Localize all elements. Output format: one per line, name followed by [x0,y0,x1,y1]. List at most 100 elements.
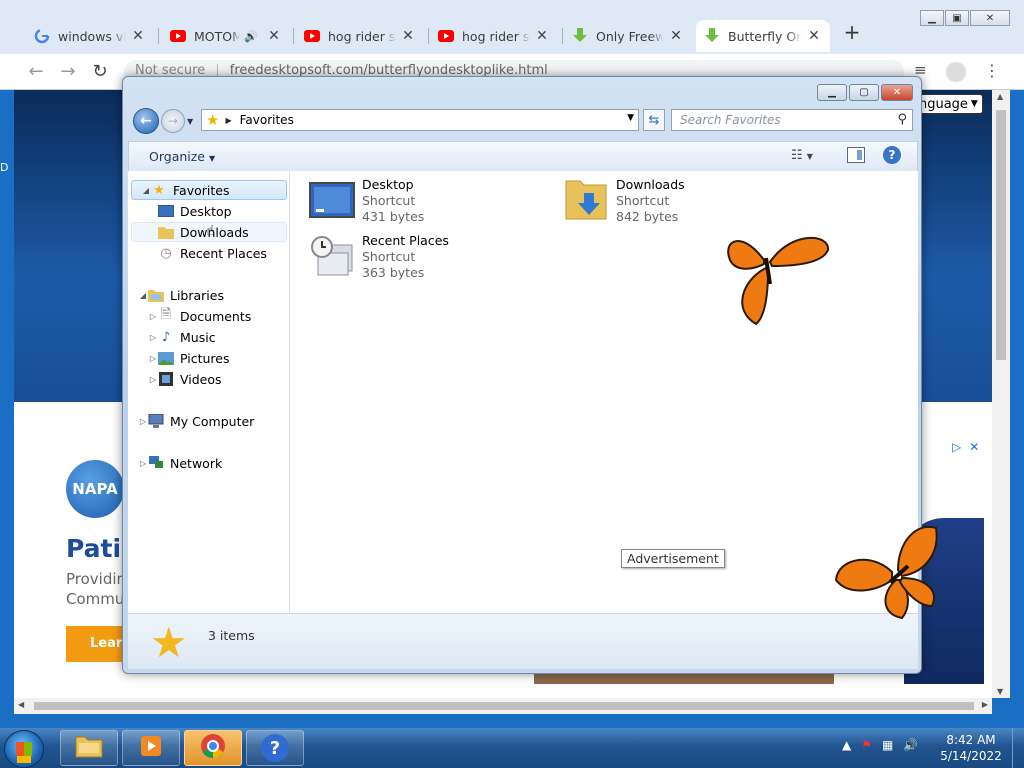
tab-hog-rider-1[interactable]: hog rider says ✕ [296,20,424,52]
views-button[interactable]: ☷ ▼ [791,148,813,163]
nav-item-videos[interactable]: ▷ Videos [148,369,222,389]
refresh-icon[interactable]: ⇆ [643,109,665,131]
chevron-down-icon[interactable]: ▼ [627,113,634,123]
help-icon[interactable]: ? [883,146,901,164]
page-horizontal-scrollbar[interactable]: ◀ ▶ [14,698,992,714]
new-tab-button[interactable]: + [843,22,861,42]
minimize-button[interactable]: ▁ [817,84,847,101]
tab-butterfly-on[interactable]: Butterfly On ✕ [696,20,830,52]
nav-item-recent-places[interactable]: ◷ Recent Places [158,243,267,263]
menu-kebab-icon[interactable]: ⋮ [984,61,1000,80]
expand-icon[interactable]: ▷ [148,333,158,342]
napa-logo: NAPA [66,460,124,518]
explorer-address-bar[interactable]: ★ ▶ Favorites ▼ [201,109,639,131]
media-player-icon [139,734,163,763]
show-desktop-button[interactable] [1012,728,1024,768]
favorites-explorer-window: ▁ ▢ ✕ ← → ▼ ★ ▶ Favorites ▼ ⇆ Search Fav… [122,76,922,674]
search-placeholder: Search Favorites [680,113,781,127]
show-hidden-icons-icon[interactable]: ▲ [842,738,851,752]
minimize-button[interactable]: ▁ [920,10,944,26]
nav-label: Pictures [180,350,230,366]
expand-icon[interactable]: ▷ [148,354,158,363]
tab-title: hog rider says [462,28,530,44]
search-icon[interactable]: ⚲ [897,112,907,127]
tab-title: windows vista [58,28,126,44]
speaker-icon[interactable]: 🔊 [244,30,258,43]
chevron-down-icon: ▼ [970,99,978,109]
tab-motomo[interactable]: MOTOMO 🔊 ✕ [162,20,290,52]
documents-icon: 🗎 [160,307,172,322]
forward-arrow-icon[interactable]: → [56,60,80,84]
butterfly-icon[interactable] [722,220,832,330]
maximize-button[interactable]: ▣ [945,10,969,26]
system-clock[interactable]: 8:42 AM 5/14/2022 [936,732,1006,764]
expand-icon[interactable]: ▷ [148,375,158,384]
chevron-down-icon: ▼ [806,152,813,161]
desktop-icon [158,203,174,219]
tab-title: Butterfly On [728,28,802,44]
nav-item-my-computer[interactable]: ▷ My Computer [138,411,254,431]
tab-hog-rider-2[interactable]: hog rider says ✕ [430,20,558,52]
start-button[interactable] [4,730,44,768]
maximize-button[interactable]: ▢ [849,84,879,101]
expand-icon[interactable]: ◢ [138,291,148,300]
butterfly-icon[interactable] [832,522,942,622]
breadcrumb-favorites[interactable]: Favorites [240,113,294,127]
search-input[interactable]: Search Favorites ⚲ [671,109,913,131]
youtube-icon [304,28,320,44]
tab-windows-vista[interactable]: windows vista ✕ [26,20,154,52]
close-tab-icon[interactable]: ✕ [400,28,416,44]
page-vertical-scrollbar[interactable]: ▲ ▼ [992,90,1010,698]
close-tab-icon[interactable]: ✕ [668,28,684,44]
youtube-icon [438,28,454,44]
advertisement-tooltip: Advertisement [621,549,725,568]
nav-label: Desktop [180,203,232,219]
close-tab-icon[interactable]: ✕ [266,28,282,44]
favorites-star-icon: ★ [150,618,188,667]
profile-avatar[interactable] [946,62,966,82]
organize-label: Organize [149,149,205,164]
nav-item-documents[interactable]: ▷ 🗎 Documents [148,306,251,326]
volume-icon[interactable]: 🔊 [903,738,918,752]
download-icon [704,28,720,44]
breadcrumb-separator-icon[interactable]: ▶ [225,116,231,125]
close-button[interactable]: ✕ [881,84,913,101]
download-icon [572,28,588,44]
nav-item-network[interactable]: ▷ Network [138,453,222,473]
expand-icon[interactable]: ◢ [141,186,151,195]
close-button[interactable]: ✕ [970,10,1010,26]
close-tab-icon[interactable]: ✕ [534,28,550,44]
details-pane: ★ 3 items [128,613,918,669]
ad-learn-button[interactable]: Learn [66,626,132,662]
recent-pages-dropdown[interactable]: ▼ [187,117,193,126]
close-ad-icon[interactable]: ✕ [969,440,979,454]
tab-title: Only Freeware [596,28,664,44]
network-tray-icon[interactable]: ▦ [882,738,893,752]
file-name: Desktop [362,177,414,192]
nav-item-favorites[interactable]: ◢ ★ Favorites [131,180,287,200]
taskbar-explorer-button[interactable] [60,730,118,766]
nav-item-desktop[interactable]: Desktop [158,201,232,221]
expand-icon[interactable]: ▷ [148,312,158,321]
tab-only-freeware[interactable]: Only Freeware ✕ [564,20,692,52]
expand-icon[interactable]: ▷ [138,459,148,468]
recent-places-icon [308,233,356,281]
action-center-icon[interactable]: ⚑ [861,738,872,752]
back-arrow-icon[interactable]: ← [24,60,48,84]
nav-item-music[interactable]: ▷ ♪ Music [148,327,216,347]
taskbar-chrome-button[interactable] [184,730,242,766]
close-tab-icon[interactable]: ✕ [806,28,822,44]
taskbar-help-button[interactable]: ? [246,730,304,766]
organize-button[interactable]: Organize ▼ [149,149,215,164]
back-arrow-icon[interactable]: ← [133,108,159,134]
reload-icon[interactable]: ↻ [88,60,112,84]
preview-pane-icon[interactable] [847,147,865,163]
taskbar-media-player-button[interactable] [122,730,180,766]
libraries-icon [148,287,164,303]
nav-item-libraries[interactable]: ◢ Libraries [138,285,224,305]
nav-item-pictures[interactable]: ▷ Pictures [148,348,230,368]
forward-arrow-icon[interactable]: → [161,109,185,133]
expand-icon[interactable]: ▷ [138,417,148,426]
adchoices-icon[interactable]: ▷ [952,440,961,454]
close-tab-icon[interactable]: ✕ [130,28,146,44]
